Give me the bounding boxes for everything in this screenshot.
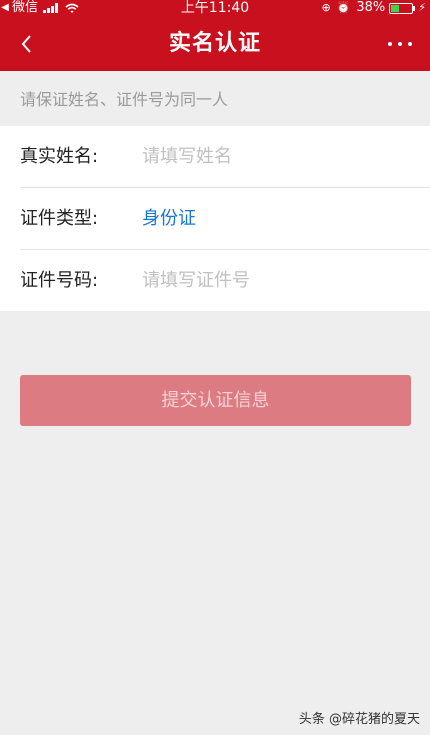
name-label: 真实姓名: <box>20 146 99 167</box>
hint-text: 请保证姓名、证件号为同一人 <box>20 90 229 109</box>
id-number-input[interactable] <box>142 262 422 298</box>
battery-percent: 38% <box>356 0 386 15</box>
id-type-row[interactable]: 证件类型: 身份证 <box>20 188 430 250</box>
id-type-label: 证件类型: <box>20 208 99 229</box>
id-type-select[interactable]: 身份证 <box>142 188 196 249</box>
name-row: 真实姓名: <box>20 126 430 188</box>
submit-button[interactable]: 提交认证信息 <box>20 375 411 426</box>
alarm-icon: ⏰ <box>336 1 351 14</box>
verification-form: 真实姓名: 证件类型: 身份证 证件号码: <box>0 126 430 311</box>
nav-bar: 实名认证 <box>0 16 430 71</box>
more-button[interactable] <box>388 34 412 54</box>
page-title: 实名认证 <box>168 31 261 56</box>
id-number-label: 证件号码: <box>20 270 99 291</box>
more-dots-icon <box>388 42 392 46</box>
battery-icon <box>389 2 416 14</box>
watermark: 头条 @碎花猪的夏天 <box>298 712 420 727</box>
status-bar: ◀ 微信 上午11:40 ⊕ ⏰ 38% ⚡ <box>0 0 430 16</box>
location-icon: ⊕ <box>321 1 331 14</box>
status-bar-right: ⊕ ⏰ 38% ⚡ <box>321 0 426 16</box>
charging-icon: ⚡ <box>418 1 426 14</box>
top-bar: ◀ 微信 上午11:40 ⊕ ⏰ 38% ⚡ 实名认证 <box>0 0 430 71</box>
name-input[interactable] <box>142 138 422 174</box>
id-number-row: 证件号码: <box>20 250 430 311</box>
